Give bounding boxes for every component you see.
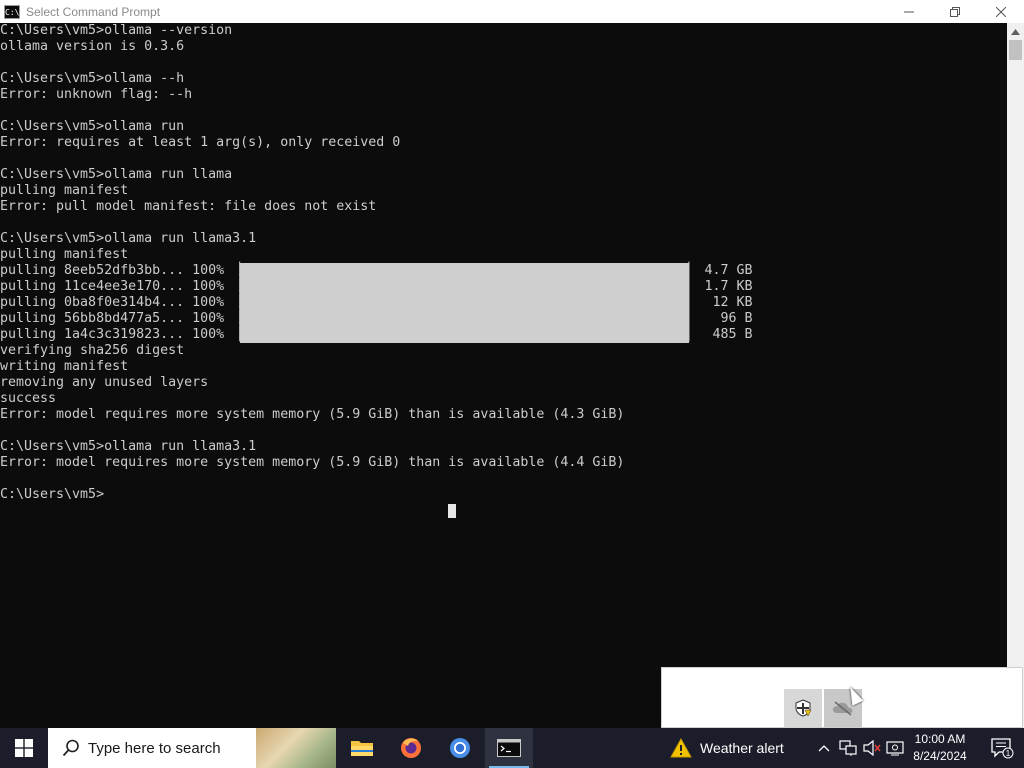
chevron-up-icon bbox=[1011, 28, 1020, 35]
minimize-button[interactable] bbox=[886, 0, 932, 23]
search-highlight-image bbox=[256, 728, 336, 768]
console-line: success bbox=[0, 391, 57, 406]
restore-button[interactable] bbox=[932, 0, 978, 23]
vertical-scrollbar[interactable] bbox=[1007, 23, 1024, 728]
firefox-taskbar-button[interactable] bbox=[387, 728, 435, 768]
console-line: Error: model requires more system memory… bbox=[0, 407, 625, 422]
volume-tray-button[interactable] bbox=[860, 728, 884, 768]
console-line: C:\Users\vm5>ollama run llama3.1 bbox=[0, 439, 257, 454]
warning-icon bbox=[670, 738, 692, 758]
console-line: pulling manifest bbox=[0, 183, 129, 198]
console-line: Error: requires at least 1 arg(s), only … bbox=[0, 135, 401, 150]
console-line: C:\Users\vm5>ollama run bbox=[0, 119, 185, 134]
window-title: Select Command Prompt bbox=[26, 4, 161, 19]
chromium-taskbar-button[interactable] bbox=[436, 728, 484, 768]
tray-overflow-popup bbox=[661, 667, 1023, 728]
scroll-thumb[interactable] bbox=[1009, 40, 1022, 60]
progress-bars-redacted bbox=[240, 263, 689, 343]
title-bar[interactable]: C:\ Select Command Prompt bbox=[0, 0, 1024, 23]
command-prompt-taskbar-button[interactable] bbox=[485, 728, 533, 768]
console-line: C:\Users\vm5>ollama run llama3.1 bbox=[0, 231, 257, 246]
console-line: Error: unknown flag: --h bbox=[0, 87, 193, 102]
chevron-up-icon bbox=[818, 745, 830, 752]
action-center-button[interactable]: 1 bbox=[980, 728, 1024, 768]
windows-security-tray-button[interactable] bbox=[784, 689, 822, 727]
volume-muted-icon bbox=[863, 740, 881, 756]
scroll-up-button[interactable] bbox=[1007, 23, 1024, 40]
taskbar: Type here to search Weather alert 10:00 … bbox=[0, 728, 1024, 768]
start-button[interactable] bbox=[0, 728, 48, 768]
console-line: C:\Users\vm5>ollama --version bbox=[0, 23, 233, 38]
console-line: removing any unused layers bbox=[0, 375, 209, 390]
weather-alert-label: Weather alert bbox=[700, 740, 784, 756]
command-prompt-icon[interactable]: C:\ bbox=[4, 4, 20, 19]
network-tray-button[interactable] bbox=[836, 728, 860, 768]
show-hidden-icons-button[interactable] bbox=[812, 728, 836, 768]
window-controls bbox=[886, 0, 1024, 23]
notification-count: 1 bbox=[1006, 749, 1011, 758]
console-line: pulling manifest bbox=[0, 247, 129, 262]
close-button[interactable] bbox=[978, 0, 1024, 23]
terminal-icon bbox=[497, 739, 521, 757]
text-cursor bbox=[448, 504, 456, 518]
console-line: verifying sha256 digest bbox=[0, 343, 185, 358]
firefox-icon bbox=[401, 738, 421, 758]
windows-logo-icon bbox=[15, 739, 33, 757]
clock[interactable]: 10:00 AM 8/24/2024 bbox=[906, 731, 974, 765]
clock-time: 10:00 AM bbox=[914, 732, 966, 746]
folder-icon bbox=[351, 741, 373, 756]
restore-icon bbox=[950, 6, 960, 17]
console-line: C:\Users\vm5>ollama --h bbox=[0, 71, 185, 86]
taskbar-search-box[interactable]: Type here to search bbox=[48, 728, 336, 768]
display-tray-button[interactable] bbox=[884, 728, 908, 768]
console-line: Error: pull model manifest: file does no… bbox=[0, 199, 377, 214]
shield-warning-icon bbox=[795, 699, 812, 717]
console-line: Error: model requires more system memory… bbox=[0, 455, 625, 470]
console-line: writing manifest bbox=[0, 359, 129, 374]
console-line: C:\Users\vm5>ollama run llama bbox=[0, 167, 233, 182]
minimize-icon bbox=[904, 11, 914, 12]
console-line: C:\Users\vm5> bbox=[0, 487, 105, 502]
console-output[interactable]: C:\Users\vm5>ollama --version ollama ver… bbox=[0, 23, 1007, 728]
system-tray bbox=[812, 728, 908, 768]
search-placeholder: Type here to search bbox=[88, 739, 221, 757]
close-icon bbox=[996, 6, 1006, 17]
weather-widget[interactable]: Weather alert bbox=[670, 728, 784, 768]
chromium-icon bbox=[450, 738, 470, 758]
console-line: ollama version is 0.3.6 bbox=[0, 39, 185, 54]
search-icon bbox=[60, 737, 82, 759]
network-icon bbox=[839, 740, 857, 756]
display-icon bbox=[886, 741, 904, 756]
notification-icon: 1 bbox=[991, 738, 1014, 759]
clock-date: 8/24/2024 bbox=[913, 749, 967, 763]
file-explorer-taskbar-button[interactable] bbox=[338, 728, 386, 768]
